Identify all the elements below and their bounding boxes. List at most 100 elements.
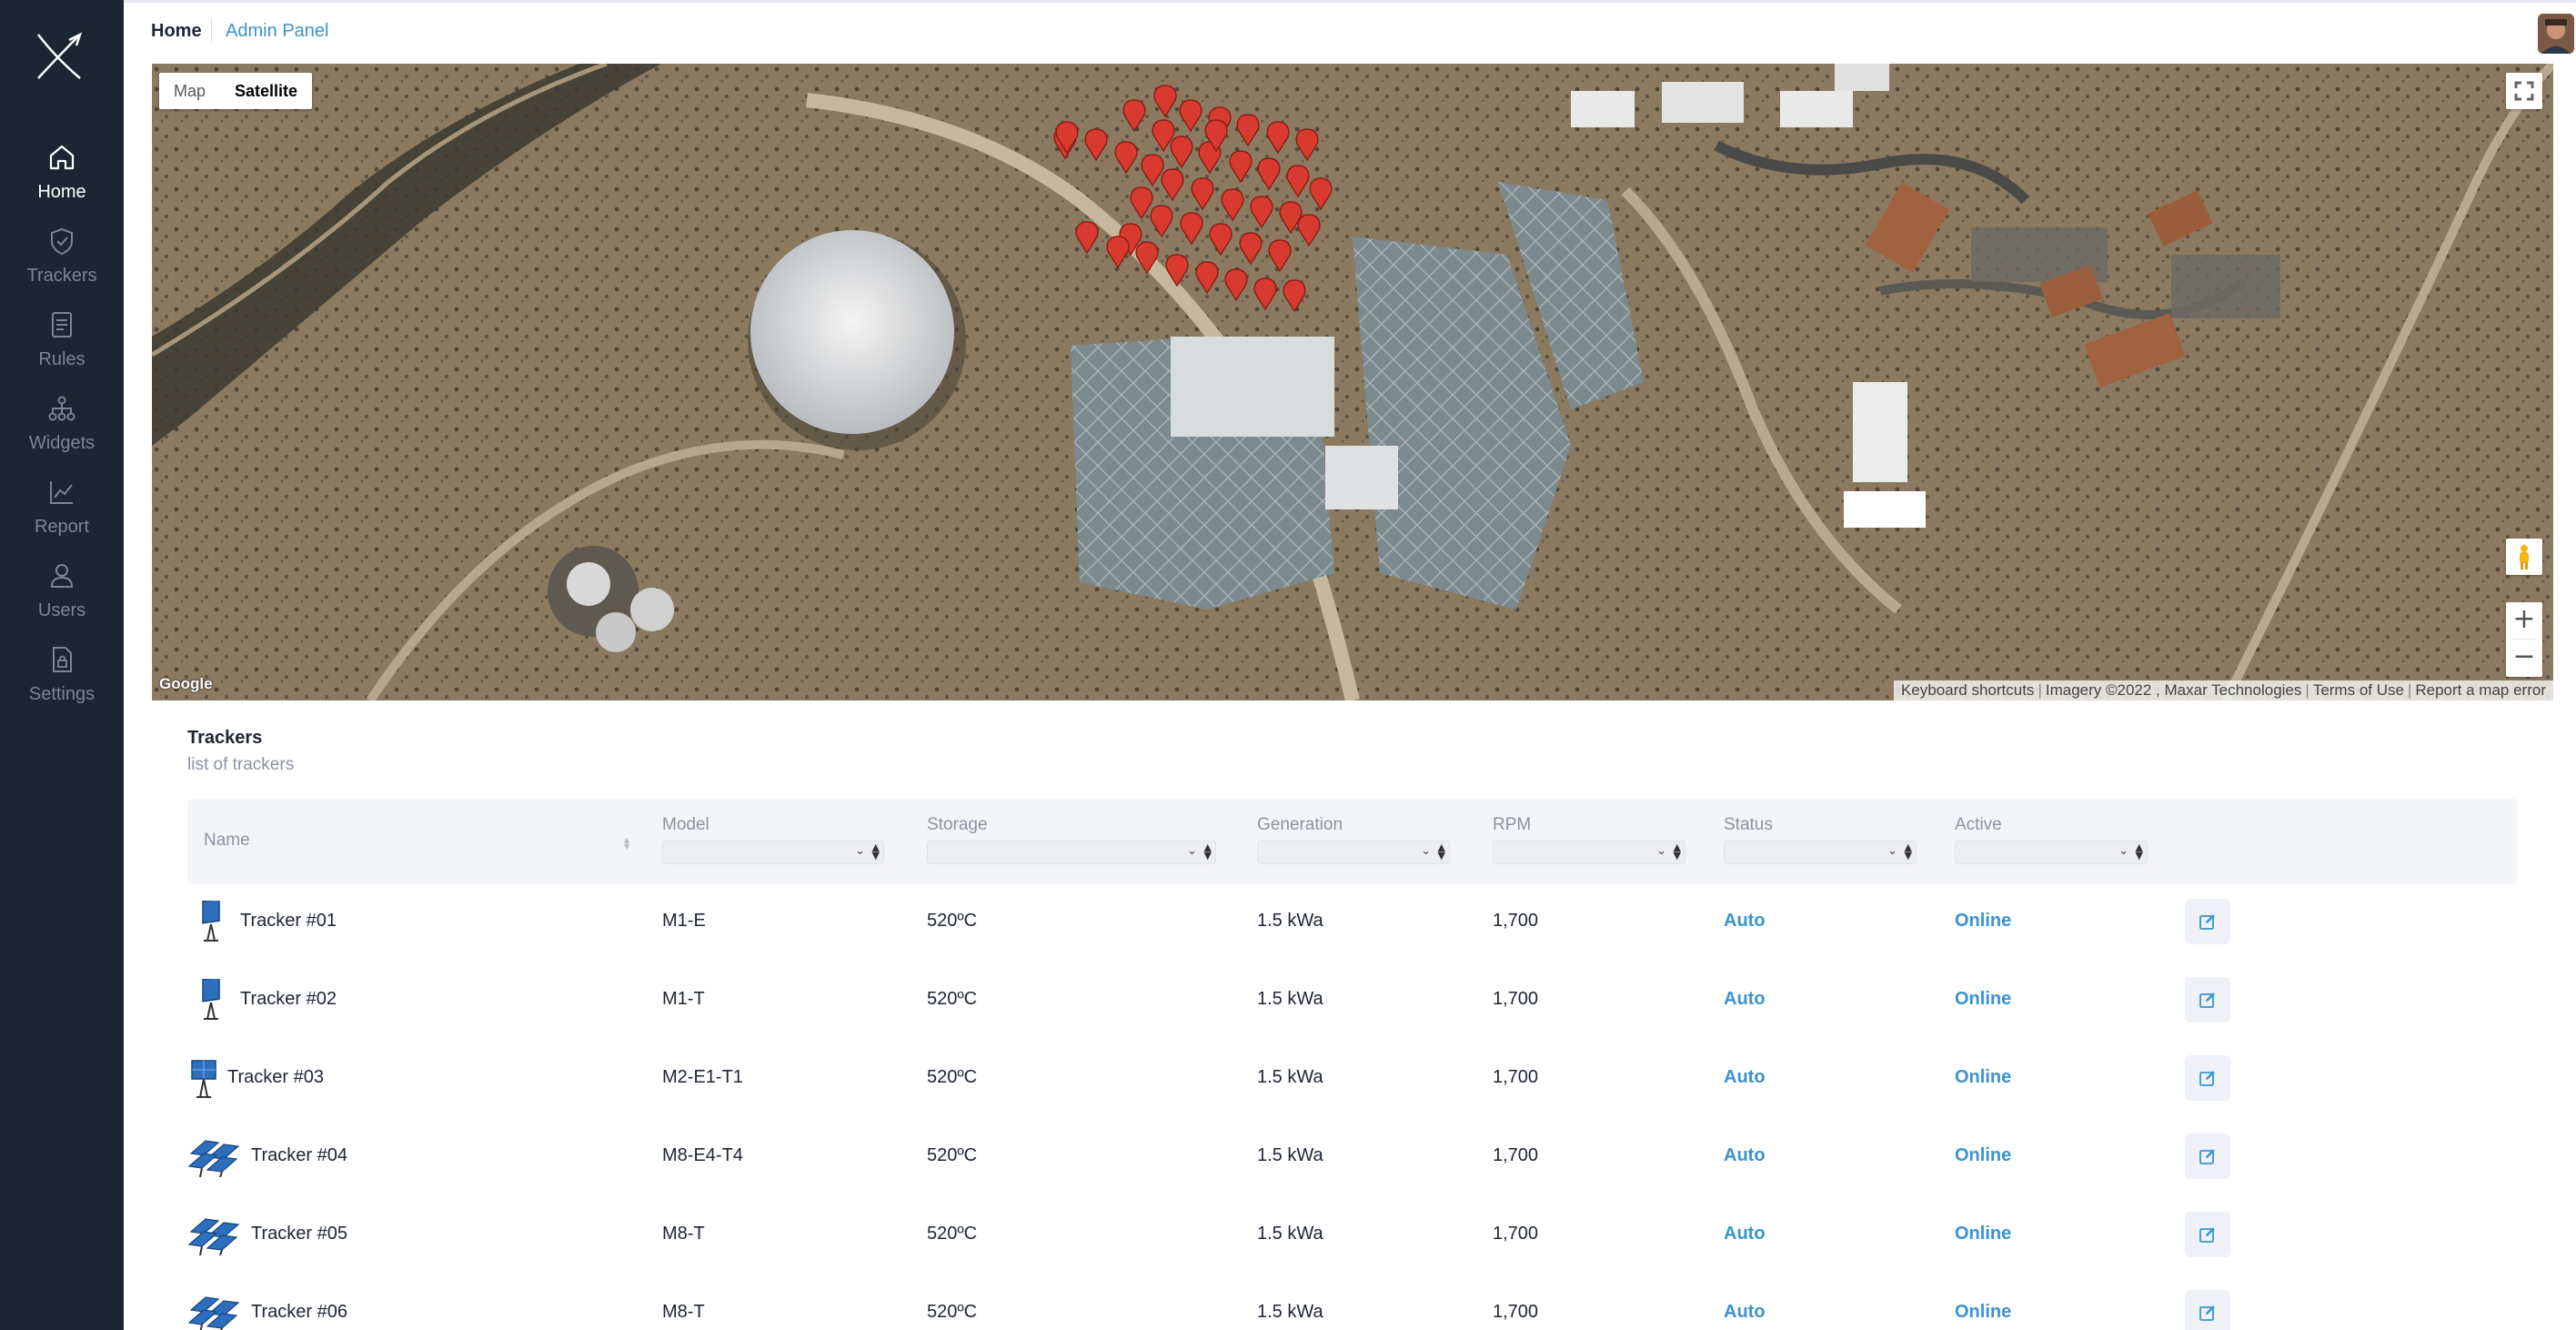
google-logo: Google xyxy=(159,675,213,692)
tracker-status[interactable]: Auto xyxy=(1724,911,1766,932)
satellite-map[interactable]: Map Satellite + − Google Keyboard shortc… xyxy=(152,64,2553,700)
tracker-generation: 1.5 kWa xyxy=(1257,989,1323,1009)
zoom-in-button[interactable]: + xyxy=(2506,602,2542,639)
map-imagery[interactable] xyxy=(152,64,2553,700)
tracker-active[interactable]: Online xyxy=(1955,911,2011,932)
keyboard-shortcuts-link[interactable]: Keyboard shortcuts xyxy=(1897,681,2038,700)
terms-of-use-link[interactable]: Terms of Use xyxy=(2309,681,2408,700)
edit-button[interactable] xyxy=(2185,977,2230,1023)
edit-button[interactable] xyxy=(2185,1212,2230,1257)
breadcrumb-admin-panel[interactable]: Admin Panel xyxy=(226,21,328,42)
nav-item-widgets[interactable]: Widgets xyxy=(0,393,124,477)
edit-icon xyxy=(2199,992,2215,1008)
nav-label-rules: Rules xyxy=(38,349,86,369)
edit-button[interactable] xyxy=(2185,1134,2230,1179)
edit-icon xyxy=(2199,1149,2215,1164)
tracker-name: Tracker #03 xyxy=(227,1067,324,1087)
nav-label-home: Home xyxy=(37,182,86,202)
table-row[interactable]: Tracker #03 M2-E1-T1 520ºC 1.5 kWa 1,700 Auto… xyxy=(187,1039,2518,1117)
nav-label-widgets: Widgets xyxy=(28,433,96,453)
app: Home Trackers Rules Widgets Report Users… xyxy=(0,0,2576,1330)
table-row[interactable]: Tracker #01 M1-E 520ºC 1.5 kWa 1,700 Auto Onli… xyxy=(187,882,2518,961)
edit-button[interactable] xyxy=(2185,1055,2230,1101)
column-header-name[interactable]: Name xyxy=(204,831,250,851)
status-filter-select[interactable]: ⌄ ▲ ▼ xyxy=(1724,841,1917,864)
nav-label-users: Users xyxy=(37,600,86,620)
rpm-filter-select[interactable]: ⌄ ▲ ▼ xyxy=(1493,841,1685,864)
tracker-generation: 1.5 kWa xyxy=(1257,911,1323,931)
nav-item-report[interactable]: Report xyxy=(0,477,124,560)
column-header-status: Status xyxy=(1724,815,1773,834)
table-header: Name ▴ ▾ Model ⌄ ▲ ▼ Storage ⌄ ▲ ▼ Generation… xyxy=(187,799,2518,884)
nav-label-trackers: Trackers xyxy=(26,266,97,286)
nav-item-settings[interactable]: Settings xyxy=(0,644,124,728)
map-type-map-button[interactable]: Map xyxy=(159,73,220,109)
tracker-status[interactable]: Auto xyxy=(1724,989,1766,1010)
tracker-active[interactable]: Online xyxy=(1955,1145,2011,1166)
trackers-title: Trackers xyxy=(187,728,263,748)
table-row[interactable]: Tracker #06 M8-T 520ºC 1.5 kWa 1,700 Auto Onli… xyxy=(187,1274,2518,1330)
nav-item-home[interactable]: Home xyxy=(0,142,124,226)
table-row[interactable]: Tracker #04 M8-E4-T4 520ºC 1.5 kWa 1,700 Auto… xyxy=(187,1117,2518,1195)
zoom-out-button[interactable]: − xyxy=(2506,640,2542,676)
model-filter-select[interactable]: ⌄ ▲ ▼ xyxy=(662,841,884,864)
breadcrumb-home[interactable]: Home xyxy=(151,21,202,42)
tracker-storage: 520ºC xyxy=(927,989,978,1009)
chevron-down-icon: ⌄ xyxy=(1887,844,1897,858)
nav-item-rules[interactable]: Rules xyxy=(0,309,124,393)
report-map-error-link[interactable]: Report a map error xyxy=(2411,681,2550,700)
user-icon xyxy=(50,564,74,588)
tracker-active[interactable]: Online xyxy=(1955,1302,2011,1323)
storage-filter-select[interactable]: ⌄ ▲ ▼ xyxy=(927,841,1216,864)
panel-array-icon xyxy=(187,1135,244,1182)
table-row[interactable]: Tracker #05 M8-T 520ºC 1.5 kWa 1,700 Auto Onli… xyxy=(187,1195,2518,1274)
nav-item-trackers[interactable]: Trackers xyxy=(0,226,124,309)
edit-button[interactable] xyxy=(2185,899,2230,944)
tracker-name: Tracker #01 xyxy=(240,911,337,931)
chart-icon xyxy=(50,481,73,504)
tracker-status[interactable]: Auto xyxy=(1724,1302,1766,1323)
tracker-name: Tracker #06 xyxy=(251,1302,347,1322)
imagery-credit: Imagery ©2022 , Maxar Technologies xyxy=(2045,681,2302,699)
nav-item-users[interactable]: Users xyxy=(0,560,124,644)
tracker-active[interactable]: Online xyxy=(1955,1224,2011,1244)
edit-button[interactable] xyxy=(2185,1290,2230,1330)
tracker-model: M1-E xyxy=(662,911,706,931)
breadcrumb-divider xyxy=(211,19,212,43)
tracker-status[interactable]: Auto xyxy=(1724,1067,1766,1088)
fullscreen-button[interactable] xyxy=(2506,73,2542,109)
tracker-rpm: 1,700 xyxy=(1493,1145,1539,1165)
tracker-generation: 1.5 kWa xyxy=(1257,1145,1323,1165)
trackers-subtitle: list of trackers xyxy=(187,755,295,774)
table-row[interactable]: Tracker #02 M1-T 520ºC 1.5 kWa 1,700 Auto Onli… xyxy=(187,961,2518,1039)
map-type-satellite-button[interactable]: Satellite xyxy=(220,73,312,109)
tracker-storage: 520ºC xyxy=(927,1145,978,1165)
fullscreen-icon xyxy=(2514,81,2534,101)
single-panel-icon xyxy=(195,898,226,947)
column-header-storage: Storage xyxy=(927,815,988,834)
sort-icon[interactable]: ▴ ▾ xyxy=(624,834,629,851)
map-type-control: Map Satellite xyxy=(159,73,313,109)
tracker-storage: 520ºC xyxy=(927,1302,978,1322)
tracker-status[interactable]: Auto xyxy=(1724,1145,1766,1166)
tracker-status[interactable]: Auto xyxy=(1724,1224,1766,1244)
nav-label-settings: Settings xyxy=(28,684,96,704)
tracker-name: Tracker #05 xyxy=(251,1224,347,1244)
generation-filter-select[interactable]: ⌄ ▲ ▼ xyxy=(1257,841,1450,864)
tracker-active[interactable]: Online xyxy=(1955,1067,2011,1088)
tracker-rpm: 1,700 xyxy=(1493,1302,1539,1322)
tracker-active[interactable]: Online xyxy=(1955,989,2011,1010)
tracker-rpm: 1,700 xyxy=(1493,1224,1539,1244)
tracker-rpm: 1,700 xyxy=(1493,911,1539,931)
zoom-control: + − xyxy=(2506,602,2542,677)
street-view-button[interactable] xyxy=(2506,539,2542,575)
app-logo[interactable] xyxy=(33,31,86,84)
shield-icon xyxy=(51,227,73,256)
tracker-generation: 1.5 kWa xyxy=(1257,1224,1323,1244)
avatar[interactable] xyxy=(2538,14,2574,54)
tracker-model: M1-T xyxy=(662,989,705,1009)
tracker-rpm: 1,700 xyxy=(1493,1067,1539,1087)
nav-label-report: Report xyxy=(34,517,90,537)
chevron-down-icon: ⌄ xyxy=(1187,844,1197,858)
active-filter-select[interactable]: ⌄ ▲ ▼ xyxy=(1955,841,2148,864)
